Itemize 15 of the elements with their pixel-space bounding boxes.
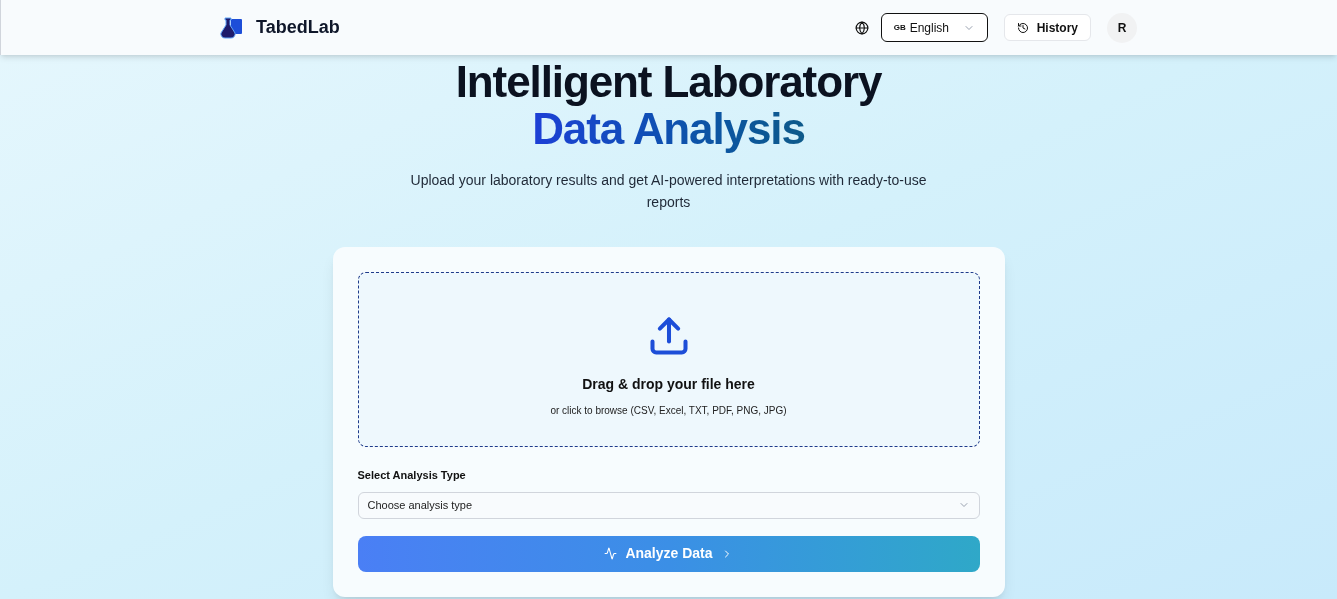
hero-title: Intelligent Laboratory xyxy=(455,59,882,105)
language-select[interactable]: GB English xyxy=(880,13,988,42)
pulse-icon xyxy=(604,547,618,560)
hero-subtitle: Upload your laboratory results and get AI-powered interpretations with ready-to-use reports xyxy=(409,171,928,212)
history-button[interactable]: History xyxy=(1003,14,1091,41)
brand-name: TabedLab xyxy=(256,16,340,39)
drop-zone[interactable]: Drag & drop your file here or click to browse (CSV, Excel, TXT, PDF, PNG, JPG) xyxy=(357,272,980,447)
user-avatar[interactable]: R xyxy=(1107,12,1137,43)
analysis-type-select[interactable]: Choose analysis type xyxy=(357,491,980,519)
flask-logo-icon xyxy=(220,15,244,40)
history-icon xyxy=(1016,21,1029,34)
globe-icon xyxy=(854,20,869,35)
drop-zone-hint: or click to browse (CSV, Excel, TXT, PDF, PNG, JPG) xyxy=(550,403,787,418)
drop-zone-title: Drag & drop your file here xyxy=(582,374,755,394)
analysis-type-label: Select Analysis Type xyxy=(357,468,467,483)
